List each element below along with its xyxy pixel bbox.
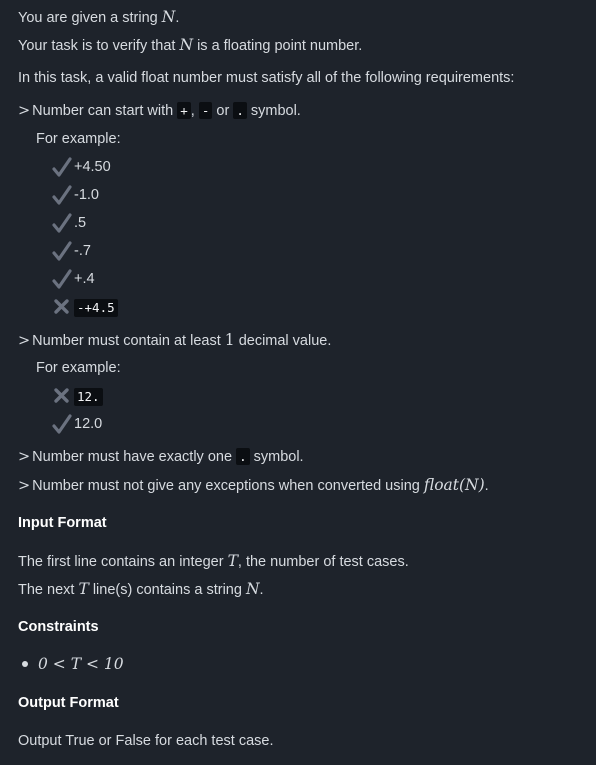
example-item: +.4 xyxy=(52,268,95,290)
input-format-line-2: The next T line(s) contains a string N. xyxy=(18,580,264,598)
rule-one-dot: > Number must have exactly one . symbol. xyxy=(18,448,304,465)
example-item: -.7 xyxy=(52,240,91,262)
check-icon xyxy=(52,212,72,234)
cross-icon xyxy=(52,385,72,407)
number-one: 1 xyxy=(224,331,235,349)
var-t: T xyxy=(78,580,89,598)
code-minus: - xyxy=(198,102,213,119)
bullet-dot xyxy=(22,661,28,668)
var-n: N xyxy=(161,8,176,26)
check-icon xyxy=(52,184,72,206)
example-value: .5 xyxy=(74,215,87,231)
intro-task: Your task is to verify that N is a float… xyxy=(18,36,363,54)
rule-marker: > xyxy=(18,478,31,494)
rule-marker: > xyxy=(18,333,31,349)
var-n: N xyxy=(245,580,260,598)
var-t: T xyxy=(227,552,238,570)
code-dot: . xyxy=(233,102,247,119)
var-n: N xyxy=(179,36,194,54)
check-icon xyxy=(52,268,72,290)
constraint-expression: 0 < T < 10 xyxy=(38,655,124,673)
intro-requirements: In this task, a valid float number must … xyxy=(18,70,515,86)
example-item: -+4.5 xyxy=(52,296,118,318)
for-example-label: For example: xyxy=(36,360,121,376)
example-item: .5 xyxy=(52,212,86,234)
cross-icon xyxy=(52,296,72,318)
code-plus: + xyxy=(177,102,191,119)
example-item: +4.50 xyxy=(52,156,111,178)
constraints-heading: Constraints xyxy=(18,619,99,635)
rule-marker: > xyxy=(18,103,31,119)
example-value: +4.50 xyxy=(74,159,111,175)
rule-start-symbol: > Number can start with +, - or . symbol. xyxy=(18,102,301,119)
input-format-line-1: The first line contains an integer T, th… xyxy=(18,552,409,570)
check-icon xyxy=(52,413,72,435)
example-value: -+4.5 xyxy=(74,299,118,317)
input-format-heading: Input Format xyxy=(18,515,107,531)
constraint-item: 0 < T < 10 xyxy=(18,654,124,675)
rule-marker: > xyxy=(18,449,31,465)
example-item: -1.0 xyxy=(52,184,99,206)
example-value: -.7 xyxy=(74,243,91,259)
example-item: 12. xyxy=(52,385,103,407)
check-icon xyxy=(52,156,72,178)
example-item: 12.0 xyxy=(52,413,102,435)
output-format-heading: Output Format xyxy=(18,695,119,711)
example-value: +.4 xyxy=(74,271,95,287)
float-function: float(N) xyxy=(423,476,485,494)
example-value: 12. xyxy=(74,388,103,406)
for-example-label: For example: xyxy=(36,131,121,147)
code-dot: . xyxy=(236,448,250,465)
intro-given: You are given a string N. xyxy=(18,8,180,26)
example-value: -1.0 xyxy=(74,187,99,203)
example-value: 12.0 xyxy=(74,416,103,432)
rule-no-exceptions: > Number must not give any exceptions whe… xyxy=(18,476,489,494)
rule-decimal-value: > Number must contain at least 1 decimal … xyxy=(18,331,332,349)
check-icon xyxy=(52,240,72,262)
output-format-text: Output True or False for each test case. xyxy=(18,733,274,749)
problem-statement: You are given a string N. Your task is t… xyxy=(0,0,596,765)
